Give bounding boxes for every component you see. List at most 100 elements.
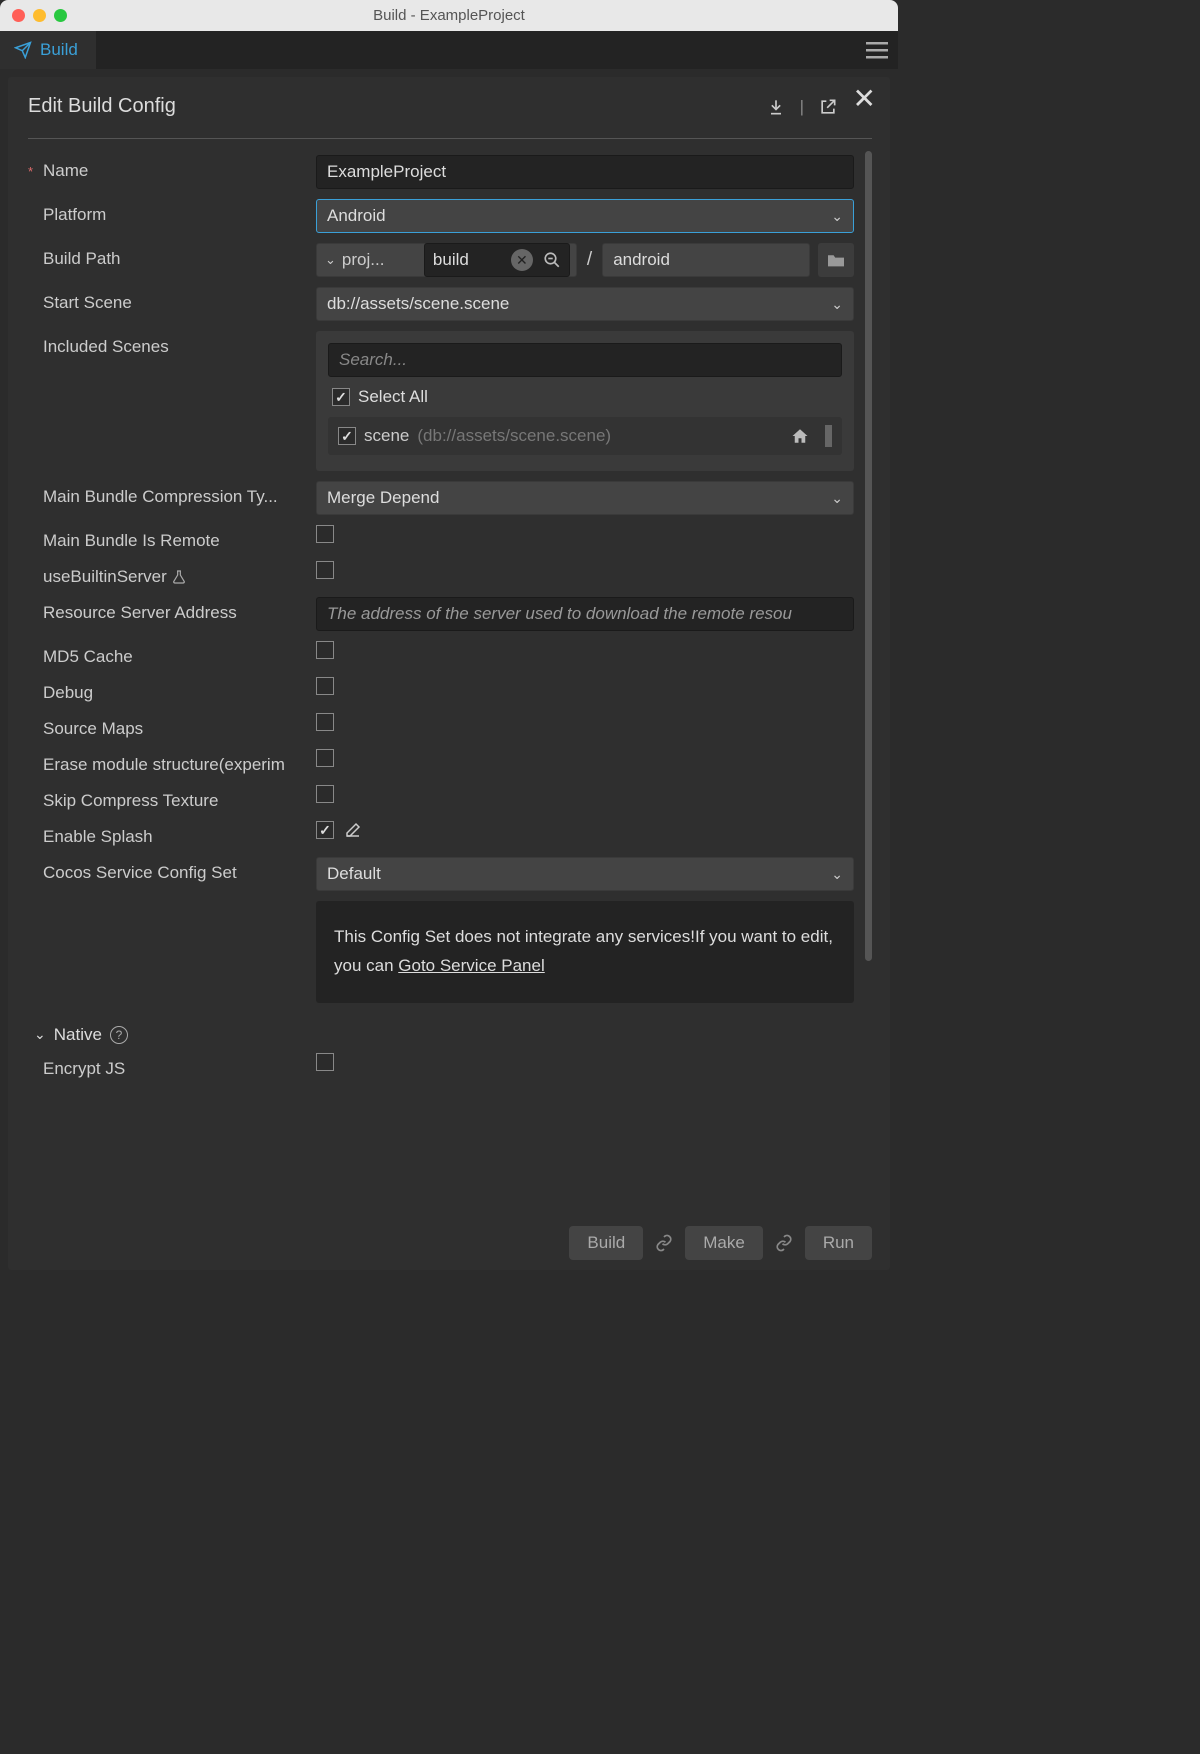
row-notice: This Config Set does not integrate any s… — [28, 901, 872, 1003]
row-md5: MD5 Cache — [28, 641, 872, 667]
chevron-down-icon: ⌄ — [325, 252, 336, 268]
select-all-row[interactable]: Select All — [328, 377, 842, 417]
platform-select-value: Android — [327, 206, 386, 226]
scenes-search-input[interactable] — [328, 343, 842, 377]
label-included-scenes: Included Scenes — [43, 337, 169, 357]
traffic-lights — [0, 9, 67, 22]
row-erase-module: Erase module structure(experim — [28, 749, 872, 775]
debug-checkbox[interactable] — [316, 677, 334, 695]
cocos-service-value: Default — [327, 864, 381, 884]
source-maps-checkbox[interactable] — [316, 713, 334, 731]
scene-checkbox[interactable] — [338, 427, 356, 445]
close-icon[interactable]: ✕ — [853, 85, 876, 113]
build-path-dir-input[interactable] — [433, 250, 501, 270]
run-button[interactable]: Run — [805, 1226, 872, 1260]
start-scene-value: db://assets/scene.scene — [327, 294, 509, 314]
enable-splash-checkbox[interactable] — [316, 821, 334, 839]
build-button[interactable]: Build — [569, 1226, 643, 1260]
help-icon[interactable]: ? — [110, 1026, 128, 1044]
minimize-window-icon[interactable] — [33, 9, 46, 22]
scrollbar[interactable] — [865, 151, 872, 961]
scene-row-scrollbar[interactable] — [825, 425, 832, 447]
compression-type-value: Merge Depend — [327, 488, 439, 508]
start-scene-select[interactable]: db://assets/scene.scene ⌄ — [316, 287, 854, 321]
erase-module-checkbox[interactable] — [316, 749, 334, 767]
label-compression-type: Main Bundle Compression Ty... — [43, 487, 278, 507]
label-md5: MD5 Cache — [43, 647, 133, 667]
maximize-window-icon[interactable] — [54, 9, 67, 22]
label-start-scene: Start Scene — [43, 293, 132, 313]
label-cocos-service: Cocos Service Config Set — [43, 863, 237, 883]
row-name: *Name — [28, 155, 872, 189]
scene-item[interactable]: scene (db://assets/scene.scene) — [328, 417, 842, 455]
label-use-builtin-server: useBuiltinServer — [43, 567, 167, 587]
label-name: Name — [43, 161, 88, 181]
row-encrypt-js: Encrypt JS — [28, 1053, 872, 1079]
form-body: *Name Platform Android ⌄ Build Path ⌄ pr — [28, 139, 872, 1216]
tab-build[interactable]: Build — [0, 31, 96, 69]
section-native-label: Native — [54, 1025, 102, 1045]
chevron-down-icon: ⌄ — [34, 1026, 46, 1043]
name-input[interactable] — [316, 155, 854, 189]
footer: Build Make Run — [28, 1216, 872, 1264]
service-notice: This Config Set does not integrate any s… — [316, 901, 854, 1003]
tabbar: Build — [0, 31, 898, 69]
link-icon[interactable] — [651, 1234, 677, 1252]
edit-icon[interactable] — [344, 821, 362, 839]
cocos-service-select[interactable]: Default ⌄ — [316, 857, 854, 891]
row-cocos-service: Cocos Service Config Set Default ⌄ — [28, 857, 872, 891]
build-path-prefix-label: proj... — [342, 250, 418, 270]
separator: | — [800, 97, 804, 117]
send-icon — [14, 41, 32, 59]
home-icon[interactable] — [791, 427, 809, 445]
close-window-icon[interactable] — [12, 9, 25, 22]
panel-header-actions: | — [766, 97, 838, 117]
md5-checkbox[interactable] — [316, 641, 334, 659]
build-path-prefix[interactable]: ⌄ proj... ✕ — [316, 243, 577, 277]
main-bundle-remote-checkbox[interactable] — [316, 525, 334, 543]
select-all-label: Select All — [358, 387, 428, 407]
skip-compress-checkbox[interactable] — [316, 785, 334, 803]
row-compression-type: Main Bundle Compression Ty... Merge Depe… — [28, 481, 872, 515]
platform-select[interactable]: Android ⌄ — [316, 199, 854, 233]
label-main-bundle-remote: Main Bundle Is Remote — [43, 531, 220, 551]
section-native[interactable]: ⌄ Native ? — [28, 1013, 872, 1053]
flask-icon — [171, 569, 187, 585]
compression-type-select[interactable]: Merge Depend ⌄ — [316, 481, 854, 515]
row-resource-server: Resource Server Address — [28, 597, 872, 631]
row-skip-compress: Skip Compress Texture — [28, 785, 872, 811]
label-debug: Debug — [43, 683, 93, 703]
row-enable-splash: Enable Splash — [28, 821, 872, 847]
build-path-sub-label: android — [613, 250, 670, 270]
label-skip-compress: Skip Compress Texture — [43, 791, 218, 811]
label-erase-module: Erase module structure(experim — [43, 755, 285, 775]
row-main-bundle-remote: Main Bundle Is Remote — [28, 525, 872, 551]
make-button[interactable]: Make — [685, 1226, 763, 1260]
chevron-down-icon: ⌄ — [831, 296, 843, 313]
folder-open-icon[interactable] — [818, 243, 854, 277]
clear-icon[interactable]: ✕ — [511, 249, 533, 271]
link-icon[interactable] — [771, 1234, 797, 1252]
scene-name: scene — [364, 426, 409, 446]
row-included-scenes: Included Scenes Select All scene (db://a… — [28, 331, 872, 471]
goto-service-panel-link[interactable]: Goto Service Panel — [398, 956, 544, 975]
select-all-checkbox[interactable] — [332, 388, 350, 406]
import-icon[interactable] — [766, 97, 786, 117]
zoom-icon[interactable] — [543, 251, 561, 269]
panel-title: Edit Build Config — [28, 95, 176, 118]
export-icon[interactable] — [818, 97, 838, 117]
label-build-path: Build Path — [43, 249, 121, 269]
use-builtin-server-checkbox[interactable] — [316, 561, 334, 579]
window-title: Build - ExampleProject — [0, 7, 898, 24]
row-build-path: Build Path ⌄ proj... ✕ / — [28, 243, 872, 277]
path-slash: / — [585, 249, 594, 271]
encrypt-js-checkbox[interactable] — [316, 1053, 334, 1071]
resource-server-input[interactable] — [316, 597, 854, 631]
build-path-subdir[interactable]: android — [602, 243, 810, 277]
included-scenes-box: Select All scene (db://assets/scene.scen… — [316, 331, 854, 471]
label-platform: Platform — [43, 205, 106, 225]
hamburger-menu-icon[interactable] — [866, 41, 888, 59]
label-resource-server: Resource Server Address — [43, 603, 237, 623]
row-platform: Platform Android ⌄ — [28, 199, 872, 233]
row-source-maps: Source Maps — [28, 713, 872, 739]
